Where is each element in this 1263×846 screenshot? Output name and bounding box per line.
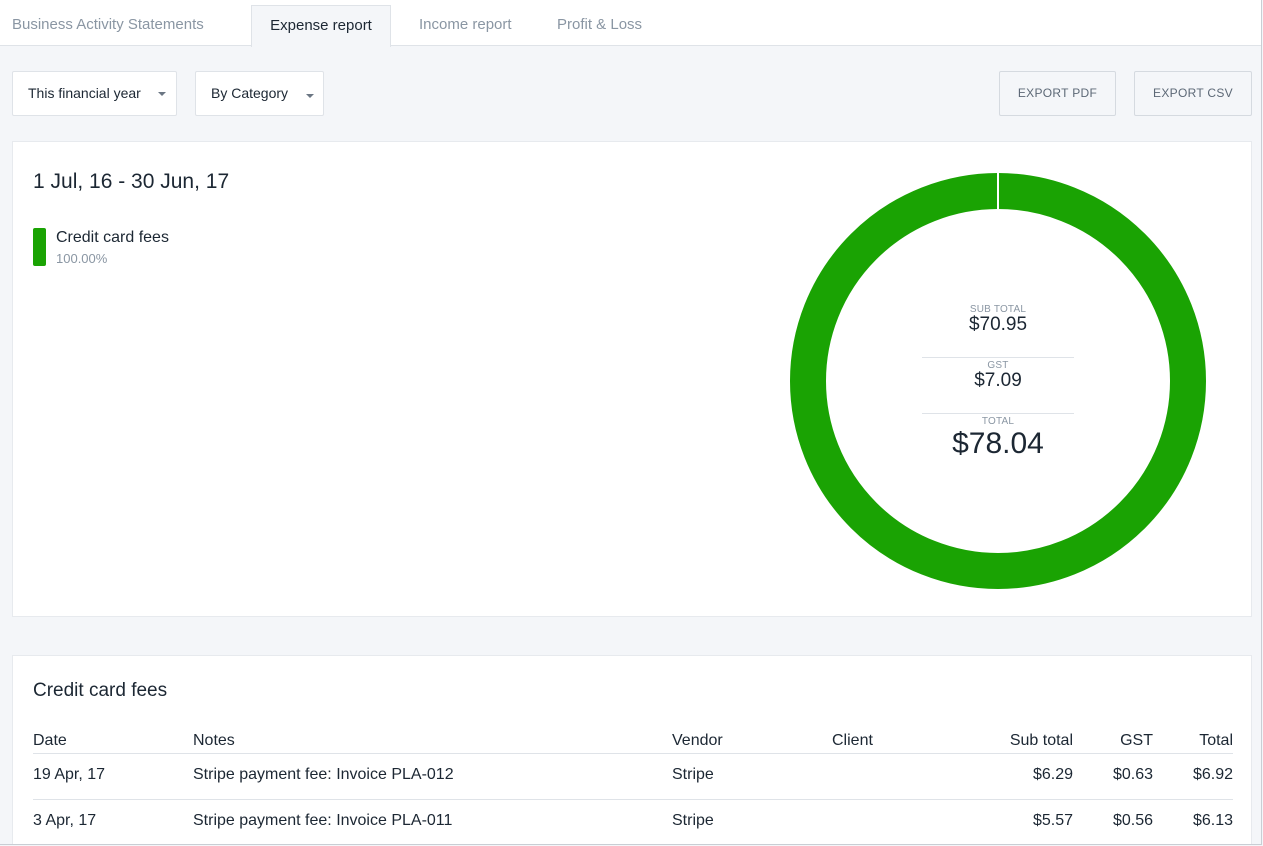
summary-card: 1 Jul, 16 - 30 Jun, 17 Credit card fees … [12, 141, 1252, 617]
export-pdf-button[interactable]: EXPORT PDF [999, 71, 1116, 116]
chevron-down-icon [158, 92, 166, 96]
group-by-select[interactable]: By Category [195, 71, 324, 116]
cell-notes: Stripe payment fee: Invoice PLA-011 [193, 812, 453, 829]
table-row[interactable]: 19 Apr, 17 Stripe payment fee: Invoice P… [33, 753, 1233, 799]
gst-value: $7.09 [974, 370, 1022, 391]
tab-expense-report[interactable]: Expense report [251, 5, 391, 47]
export-csv-button[interactable]: EXPORT CSV [1134, 71, 1252, 116]
cell-vendor: Stripe [672, 766, 714, 783]
tab-business-activity-statements[interactable]: Business Activity Statements [12, 5, 204, 46]
expense-report-page: Business Activity Statements Expense rep… [0, 0, 1262, 845]
cell-subtotal: $5.57 [1032, 812, 1073, 829]
total-block: TOTAL $78.04 [922, 414, 1074, 470]
legend-label: Credit card fees [56, 229, 169, 246]
report-tabs: Business Activity Statements Expense rep… [0, 0, 1261, 47]
cell-gst: $0.56 [1112, 812, 1153, 829]
legend-percent: 100.00% [56, 251, 108, 266]
period-select-value: This financial year [28, 85, 141, 101]
column-header-client: Client [832, 732, 873, 749]
cell-date: 3 Apr, 17 [33, 812, 97, 829]
table-row[interactable]: 3 Apr, 17 Stripe payment fee: Invoice PL… [33, 799, 1233, 844]
column-header-gst: GST [1120, 732, 1153, 749]
cell-gst: $0.63 [1112, 766, 1153, 783]
subtotal-block: SUB TOTAL $70.95 [922, 302, 1074, 358]
chevron-down-icon [306, 94, 314, 98]
total-label: TOTAL [981, 416, 1015, 427]
column-header-notes: Notes [193, 732, 235, 749]
cell-total: $6.13 [1192, 812, 1233, 829]
group-by-select-value: By Category [211, 85, 289, 101]
column-header-vendor: Vendor [672, 732, 723, 749]
cell-subtotal: $6.29 [1032, 766, 1073, 783]
cell-vendor: Stripe [672, 812, 714, 829]
tab-income-report[interactable]: Income report [419, 5, 512, 46]
category-table-card: Credit card fees Date Notes Vendor Clien… [12, 655, 1252, 844]
legend-swatch [33, 228, 46, 266]
column-header-subtotal: Sub total [1009, 732, 1073, 749]
subtotal-value: $70.95 [968, 314, 1028, 335]
period-select[interactable]: This financial year [12, 71, 177, 116]
total-value: $78.04 [952, 427, 1044, 460]
gst-block: GST $7.09 [922, 358, 1074, 414]
category-title: Credit card fees [33, 680, 168, 701]
column-header-total: Total [1199, 732, 1233, 749]
tab-profit-and-loss[interactable]: Profit & Loss [557, 5, 642, 46]
cell-date: 19 Apr, 17 [33, 766, 106, 783]
cell-notes: Stripe payment fee: Invoice PLA-012 [193, 766, 454, 783]
date-range: 1 Jul, 16 - 30 Jun, 17 [33, 170, 230, 193]
column-header-date: Date [33, 732, 67, 749]
donut-totals: SUB TOTAL $70.95 GST $7.09 TOTAL $78.04 [922, 302, 1074, 470]
cell-total: $6.92 [1192, 766, 1233, 783]
